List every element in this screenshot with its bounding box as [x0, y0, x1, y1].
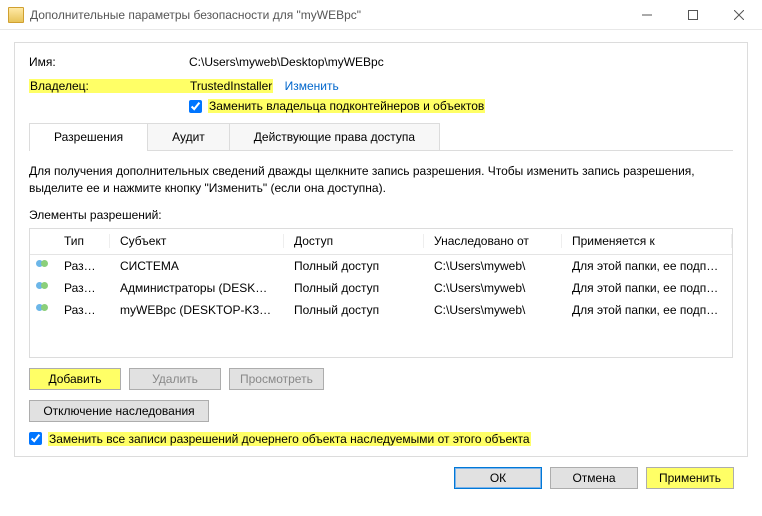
- cell-subject: СИСТЕМА: [110, 259, 284, 273]
- cell-subject: Администраторы (DESKTOP-...: [110, 281, 284, 295]
- table-row[interactable]: Разр...myWEBpc (DESKTOP-K3T25N...Полный …: [30, 299, 732, 321]
- titlebar: Дополнительные параметры безопасности дл…: [0, 0, 762, 30]
- replace-child-checkbox[interactable]: [29, 432, 42, 445]
- col-applies[interactable]: Применяется к: [562, 234, 732, 248]
- apply-button[interactable]: Применить: [646, 467, 734, 489]
- main-panel: Имя: C:\Users\myweb\Desktop\myWEBpc Влад…: [14, 42, 748, 457]
- col-access[interactable]: Доступ: [284, 234, 424, 248]
- tab-audit[interactable]: Аудит: [147, 123, 230, 150]
- close-button[interactable]: [716, 0, 762, 29]
- permissions-table: Тип Субъект Доступ Унаследовано от Приме…: [29, 228, 733, 358]
- tab-effective-access[interactable]: Действующие права доступа: [229, 123, 440, 150]
- maximize-button[interactable]: [670, 0, 716, 29]
- cell-type: Разр...: [54, 281, 110, 295]
- cell-access: Полный доступ: [284, 303, 424, 317]
- minimize-button[interactable]: [624, 0, 670, 29]
- col-subject[interactable]: Субъект: [110, 234, 284, 248]
- dialog-footer: ОК Отмена Применить: [14, 457, 748, 489]
- delete-button[interactable]: Удалить: [129, 368, 221, 390]
- users-icon: [36, 260, 52, 272]
- col-inherited[interactable]: Унаследовано от: [424, 234, 562, 248]
- change-owner-link[interactable]: Изменить: [285, 79, 339, 93]
- owner-value: TrustedInstaller: [189, 79, 273, 93]
- window-controls: [624, 0, 762, 29]
- replace-child-label: Заменить все записи разрешений дочернего…: [48, 432, 531, 446]
- cell-applies: Для этой папки, ее подпапок ...: [562, 259, 732, 273]
- cancel-button[interactable]: Отмена: [550, 467, 638, 489]
- cell-access: Полный доступ: [284, 259, 424, 273]
- folder-icon: [8, 7, 24, 23]
- table-header: Тип Субъект Доступ Унаследовано от Приме…: [30, 229, 732, 255]
- view-button[interactable]: Просмотреть: [229, 368, 324, 390]
- cell-type: Разр...: [54, 303, 110, 317]
- cell-access: Полный доступ: [284, 281, 424, 295]
- disable-inheritance-button[interactable]: Отключение наследования: [29, 400, 209, 422]
- ok-button[interactable]: ОК: [454, 467, 542, 489]
- cell-applies: Для этой папки, ее подпапок ...: [562, 281, 732, 295]
- owner-label: Владелец:: [29, 79, 189, 93]
- name-value: C:\Users\myweb\Desktop\myWEBpc: [189, 55, 733, 69]
- replace-owner-label: Заменить владельца подконтейнеров и объе…: [208, 99, 485, 113]
- add-button[interactable]: Добавить: [29, 368, 121, 390]
- users-icon: [36, 282, 52, 294]
- cell-type: Разр...: [54, 259, 110, 273]
- col-type[interactable]: Тип: [54, 234, 110, 248]
- tab-permissions[interactable]: Разрешения: [29, 123, 148, 150]
- table-row[interactable]: Разр...СИСТЕМАПолный доступC:\Users\mywe…: [30, 255, 732, 277]
- cell-inherited: C:\Users\myweb\: [424, 281, 562, 295]
- name-label: Имя:: [29, 55, 189, 69]
- replace-owner-checkbox[interactable]: [189, 100, 202, 113]
- cell-inherited: C:\Users\myweb\: [424, 259, 562, 273]
- users-icon: [36, 304, 52, 316]
- cell-inherited: C:\Users\myweb\: [424, 303, 562, 317]
- entries-label: Элементы разрешений:: [29, 208, 733, 222]
- cell-applies: Для этой папки, ее подпапок ...: [562, 303, 732, 317]
- info-text: Для получения дополнительных сведений дв…: [29, 163, 733, 198]
- table-row[interactable]: Разр...Администраторы (DESKTOP-...Полный…: [30, 277, 732, 299]
- tab-strip: Разрешения Аудит Действующие права досту…: [29, 123, 733, 151]
- window-title: Дополнительные параметры безопасности дл…: [30, 8, 624, 22]
- cell-subject: myWEBpc (DESKTOP-K3T25N...: [110, 303, 284, 317]
